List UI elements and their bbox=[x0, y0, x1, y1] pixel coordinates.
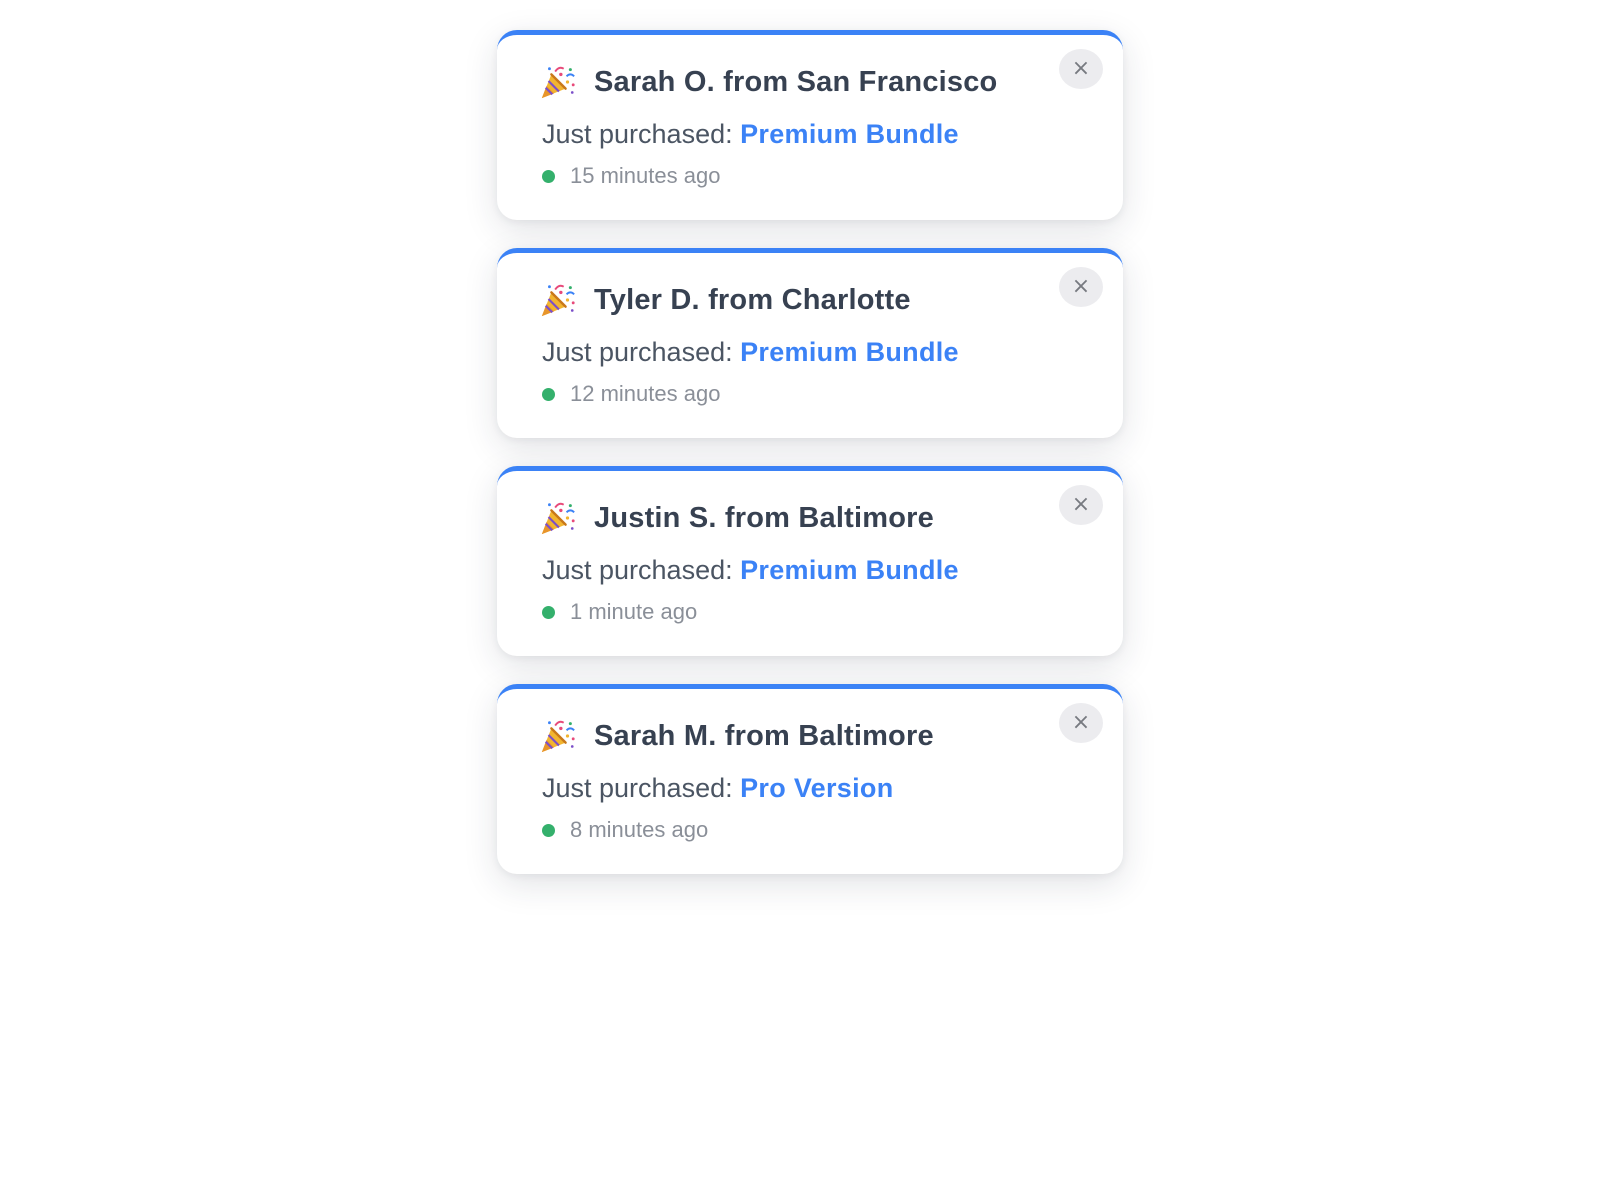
close-button[interactable]: × bbox=[1059, 485, 1103, 525]
time-ago: 8 minutes ago bbox=[570, 817, 709, 842]
time-ago: 1 minute ago bbox=[570, 599, 698, 624]
party-popper-icon bbox=[541, 502, 575, 535]
customer-name: Sarah O. from San Francisco bbox=[594, 65, 998, 98]
purchase-label: Just purchased: bbox=[542, 555, 733, 585]
purchase-label: Just purchased: bbox=[542, 337, 733, 367]
notification-header: Tyler D. from Charlotte bbox=[539, 281, 911, 319]
party-popper-icon bbox=[541, 720, 575, 753]
purchase-notification: × Sarah O. from San Francisco Just purch… bbox=[497, 30, 1123, 220]
customer-name: Tyler D. from Charlotte bbox=[594, 283, 911, 316]
online-status-dot bbox=[542, 387, 555, 401]
purchase-label: Just purchased: bbox=[542, 773, 733, 803]
notification-header: Sarah O. from San Francisco bbox=[539, 63, 997, 101]
purchase-label: Just purchased: bbox=[542, 119, 733, 149]
notification-stack: × Sarah O. from San Francisco Just purch… bbox=[497, 30, 1123, 902]
purchase-line: Just purchased: Premium Bundle bbox=[542, 555, 959, 586]
online-status-dot bbox=[542, 169, 555, 183]
product-link[interactable]: Pro Version bbox=[740, 773, 893, 803]
time-ago: 12 minutes ago bbox=[570, 381, 721, 406]
product-link[interactable]: Premium Bundle bbox=[740, 555, 959, 585]
timestamp-row: 12 minutes ago bbox=[542, 381, 720, 407]
product-link[interactable]: Premium Bundle bbox=[740, 337, 959, 367]
purchase-line: Just purchased: Premium Bundle bbox=[542, 337, 959, 368]
close-button[interactable]: × bbox=[1059, 267, 1103, 307]
party-popper-icon bbox=[541, 284, 575, 317]
online-status-dot bbox=[542, 823, 555, 837]
close-button[interactable]: × bbox=[1059, 49, 1103, 89]
purchase-line: Just purchased: Premium Bundle bbox=[542, 119, 959, 150]
timestamp-row: 1 minute ago bbox=[542, 599, 697, 625]
time-ago: 15 minutes ago bbox=[570, 163, 721, 188]
customer-name: Justin S. from Baltimore bbox=[594, 501, 934, 534]
party-popper-icon bbox=[541, 66, 575, 99]
purchase-line: Just purchased: Pro Version bbox=[542, 773, 893, 804]
online-status-dot bbox=[542, 605, 555, 619]
product-link[interactable]: Premium Bundle bbox=[740, 119, 959, 149]
purchase-notification: × Sarah M. from Baltimore Just purchased… bbox=[497, 684, 1123, 874]
purchase-notification: × Justin S. from Baltimore Just purchase… bbox=[497, 466, 1123, 656]
notification-header: Sarah M. from Baltimore bbox=[539, 717, 934, 755]
close-button[interactable]: × bbox=[1059, 703, 1103, 743]
timestamp-row: 8 minutes ago bbox=[542, 817, 708, 843]
notification-header: Justin S. from Baltimore bbox=[539, 499, 934, 537]
timestamp-row: 15 minutes ago bbox=[542, 163, 720, 189]
purchase-notification: × Tyler D. from Charlotte Just purchased… bbox=[497, 248, 1123, 438]
customer-name: Sarah M. from Baltimore bbox=[594, 719, 934, 752]
